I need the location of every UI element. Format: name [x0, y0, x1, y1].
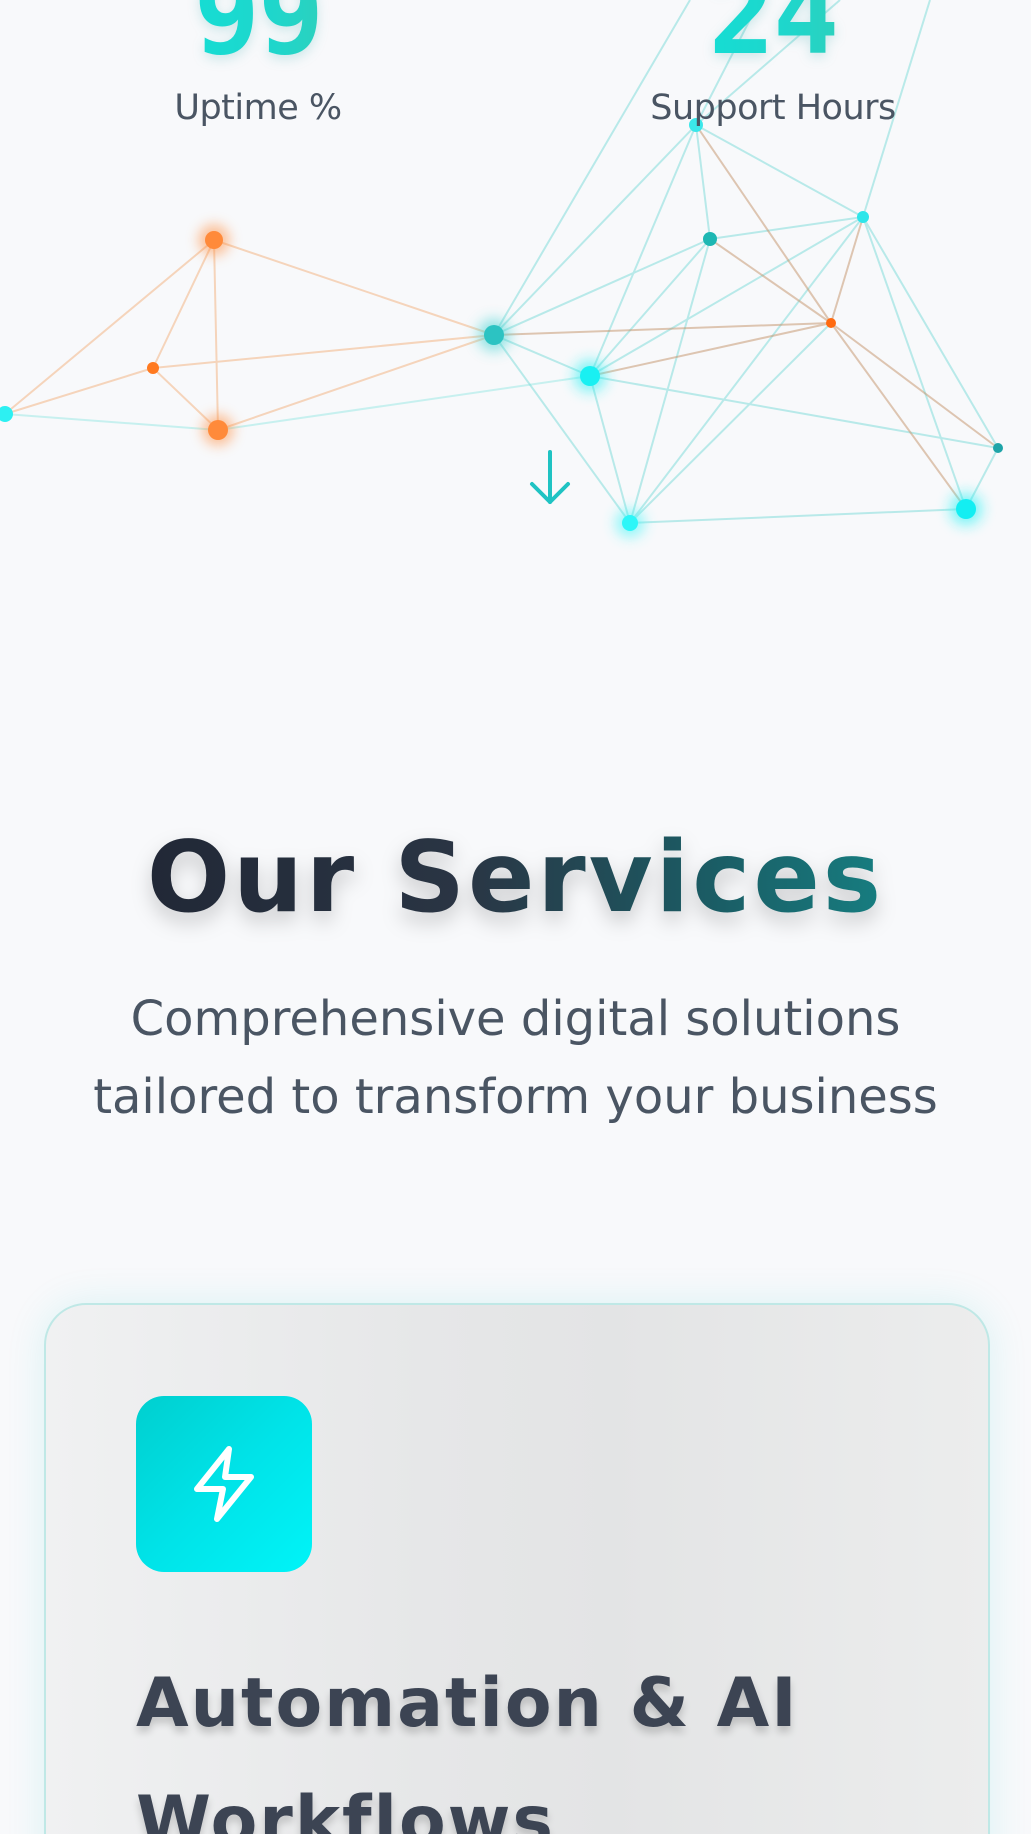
stat-label: Support Hours: [650, 88, 896, 128]
service-card-title: Automation & AI Workflows: [136, 1664, 799, 1834]
stat-label: Uptime %: [174, 88, 342, 128]
stat-uptime: 99 Uptime %: [78, 0, 438, 128]
service-card[interactable]: Automation & AI Workflows: [44, 1303, 990, 1834]
services-subtitle: Comprehensive digital solutions tailored…: [93, 991, 938, 1125]
lightning-bolt-icon: [136, 1396, 312, 1572]
services-title: Our Services: [0, 818, 1031, 938]
stat-number: 99: [78, 0, 438, 70]
stat-support-hours: 24 Support Hours: [593, 0, 953, 128]
stat-number: 24: [593, 0, 953, 70]
page: 99 Uptime % 24 Support Hours Our Service…: [0, 0, 1031, 1834]
arrow-down-icon[interactable]: [526, 448, 574, 508]
